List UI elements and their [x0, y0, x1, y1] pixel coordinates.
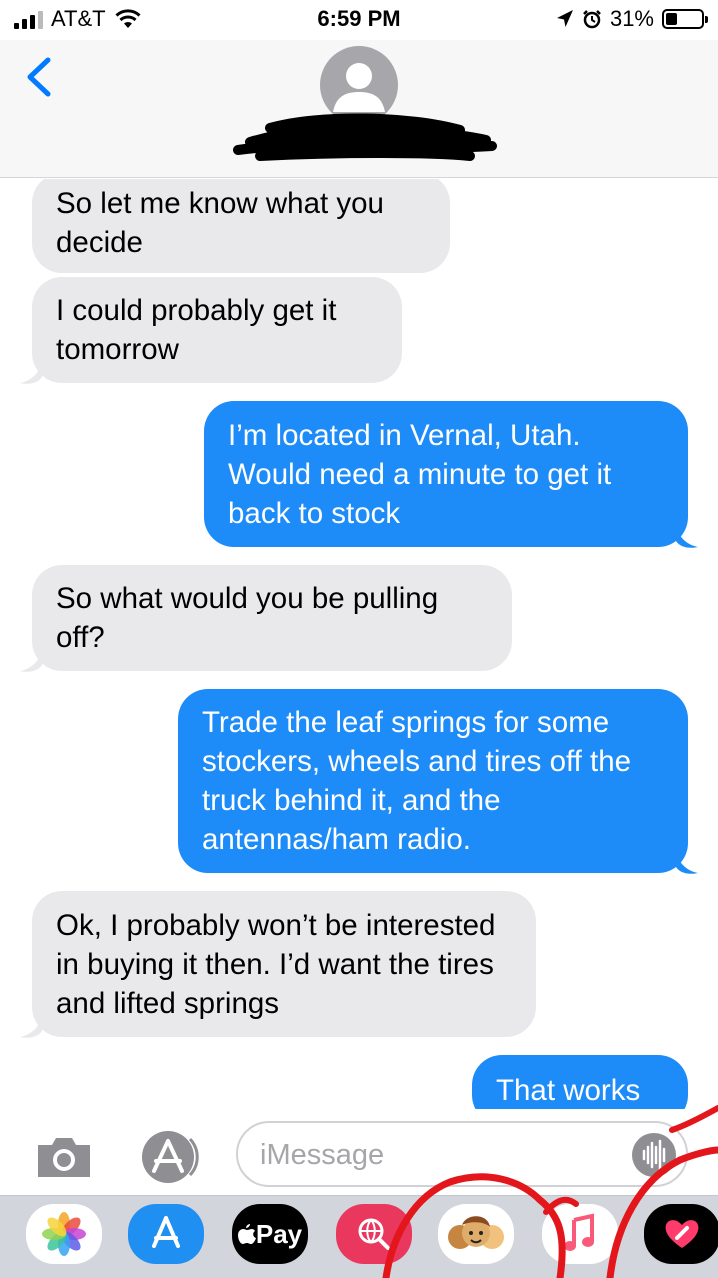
app-store-drawer-icon[interactable] [134, 1129, 204, 1185]
back-chevron-icon[interactable] [20, 54, 60, 100]
message-received[interactable]: Ok, I probably won’t be interested in bu… [32, 891, 536, 1037]
heart-icon [665, 1220, 699, 1248]
message-received[interactable]: So let me know what you decide [32, 179, 450, 273]
message-text: That works [496, 1073, 641, 1107]
message-text: I could probably get it tomorrow [56, 294, 337, 366]
location-arrow-icon [556, 10, 573, 27]
memoji-icon[interactable] [438, 1204, 514, 1264]
waveform-icon [642, 1139, 666, 1171]
camera-icon[interactable] [34, 1133, 94, 1181]
received-bubble-tail [20, 651, 42, 672]
battery-level [666, 13, 677, 25]
status-bar: AT&T 6:59 PM 31% [0, 0, 718, 40]
message-sent[interactable]: That works [472, 1055, 688, 1109]
globe-search-icon [358, 1218, 390, 1250]
apple-logo-icon [237, 1224, 256, 1244]
message-list[interactable]: So let me know what you decide I could p… [0, 179, 718, 1109]
message-received[interactable]: So what would you be pulling off? [32, 565, 512, 671]
input-placeholder: iMessage [260, 1139, 385, 1171]
message-sent[interactable]: I’m located in Vernal, Utah. Would need … [204, 401, 688, 547]
received-bubble-tail [20, 1017, 42, 1038]
photos-flower-icon [42, 1212, 86, 1256]
status-right: 31% [556, 6, 708, 32]
message-text: So what would you be pulling off? [56, 582, 439, 654]
battery-icon [662, 9, 708, 29]
photos-icon[interactable] [26, 1204, 102, 1264]
received-bubble-tail [20, 363, 42, 384]
music-icon[interactable] [542, 1204, 618, 1264]
compose-bar: iMessage [0, 1109, 718, 1195]
imessage-input[interactable]: iMessage [236, 1121, 688, 1187]
app-store-glyph [152, 1216, 180, 1248]
app-store-icon[interactable] [128, 1204, 204, 1264]
message-text: So let me know what you decide [56, 187, 384, 259]
message-text: Ok, I probably won’t be interested in bu… [56, 908, 496, 1020]
sent-bubble-tail [676, 527, 698, 548]
music-note-icon [564, 1213, 594, 1251]
battery-percent: 31% [609, 6, 654, 31]
alarm-icon [583, 10, 601, 29]
audio-message-icon[interactable] [632, 1133, 676, 1177]
message-text: I’m located in Vernal, Utah. Would need … [228, 418, 612, 530]
message-sent[interactable]: Trade the leaf springs for some stockers… [178, 689, 688, 873]
redaction-scribble [233, 113, 497, 161]
apple-pay-icon[interactable]: Pay [232, 1204, 308, 1264]
message-text: Trade the leaf springs for some stockers… [202, 706, 632, 856]
app-drawer: Pay [0, 1195, 718, 1278]
digital-touch-icon[interactable] [644, 1204, 718, 1264]
apple-pay-label: Pay [255, 1218, 303, 1249]
web-search-icon[interactable] [336, 1204, 412, 1264]
message-received[interactable]: I could probably get it tomorrow [32, 277, 402, 383]
conversation-header: +1 (801) 652-4344 [0, 40, 718, 178]
memoji-faces-icon [448, 1216, 504, 1249]
sent-bubble-tail [676, 853, 698, 874]
